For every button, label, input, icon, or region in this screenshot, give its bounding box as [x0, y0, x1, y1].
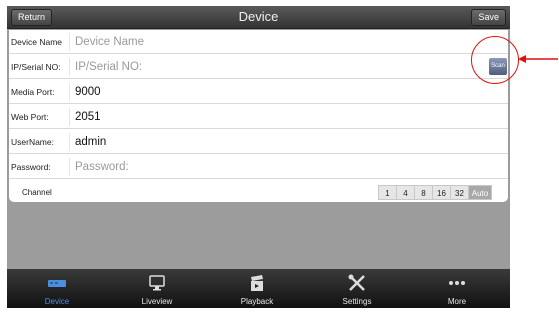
web-port-row: Web Port: 2051 — [9, 105, 508, 129]
ip-serial-input[interactable]: IP/Serial NO: — [69, 58, 473, 76]
media-port-row: Media Port: 9000 — [9, 80, 508, 104]
monitor-icon — [107, 274, 207, 292]
device-name-input[interactable]: Device Name — [69, 33, 479, 51]
tab-settings[interactable]: Settings — [307, 269, 407, 308]
channel-option-4[interactable]: 4 — [396, 185, 415, 200]
media-port-label: Media Port: — [11, 87, 55, 97]
web-port-input[interactable]: 2051 — [69, 108, 479, 126]
device-name-label: Device Name — [11, 37, 63, 47]
tools-icon — [307, 274, 407, 292]
clapperboard-icon — [207, 274, 307, 292]
tab-playback[interactable]: Playback — [207, 269, 307, 308]
ip-serial-row: IP/Serial NO: IP/Serial NO: — [9, 55, 508, 79]
annotation-arrow-icon — [518, 55, 558, 63]
channel-option-16[interactable]: 16 — [432, 185, 451, 200]
tab-more[interactable]: More — [407, 269, 507, 308]
tab-liveview[interactable]: Liveview — [107, 269, 207, 308]
more-dots-icon — [407, 274, 507, 292]
password-label: Password: — [11, 162, 51, 172]
username-label: UserName: — [11, 137, 54, 147]
device-form: Device Name Device Name IP/Serial NO: IP… — [9, 30, 508, 202]
page-title: Device — [238, 9, 279, 24]
tab-playback-label: Playback — [240, 297, 274, 306]
password-input[interactable]: Password: — [69, 158, 479, 176]
tab-more-label: More — [447, 297, 467, 306]
tab-settings-label: Settings — [342, 297, 372, 306]
save-button[interactable]: Save — [471, 9, 506, 26]
channel-option-auto[interactable]: Auto — [468, 185, 492, 200]
web-port-label: Web Port: — [11, 112, 49, 122]
title-bar: Return Device Save — [7, 6, 510, 29]
tab-liveview-label: Liveview — [141, 297, 173, 306]
tab-device[interactable]: Device — [7, 269, 107, 308]
password-row: Password: Password: — [9, 155, 508, 179]
annotation-circle — [471, 36, 519, 84]
device-icon — [7, 274, 107, 292]
username-row: UserName: admin — [9, 130, 508, 154]
device-screen: Return Device Save Device Name Device Na… — [7, 6, 510, 308]
media-port-input[interactable]: 9000 — [69, 83, 479, 101]
ip-serial-label: IP/Serial NO: — [11, 62, 61, 72]
device-name-row: Device Name Device Name — [9, 30, 508, 54]
channel-option-1[interactable]: 1 — [378, 185, 397, 200]
channel-label: Channel — [22, 188, 52, 197]
channel-option-8[interactable]: 8 — [414, 185, 433, 200]
bottom-tab-bar: Device Liveview Playback Settings More — [7, 269, 510, 308]
channel-selector: 1 4 8 16 32 Auto — [378, 185, 492, 200]
username-input[interactable]: admin — [69, 133, 479, 151]
tab-device-label: Device — [44, 297, 70, 306]
channel-option-32[interactable]: 32 — [450, 185, 469, 200]
